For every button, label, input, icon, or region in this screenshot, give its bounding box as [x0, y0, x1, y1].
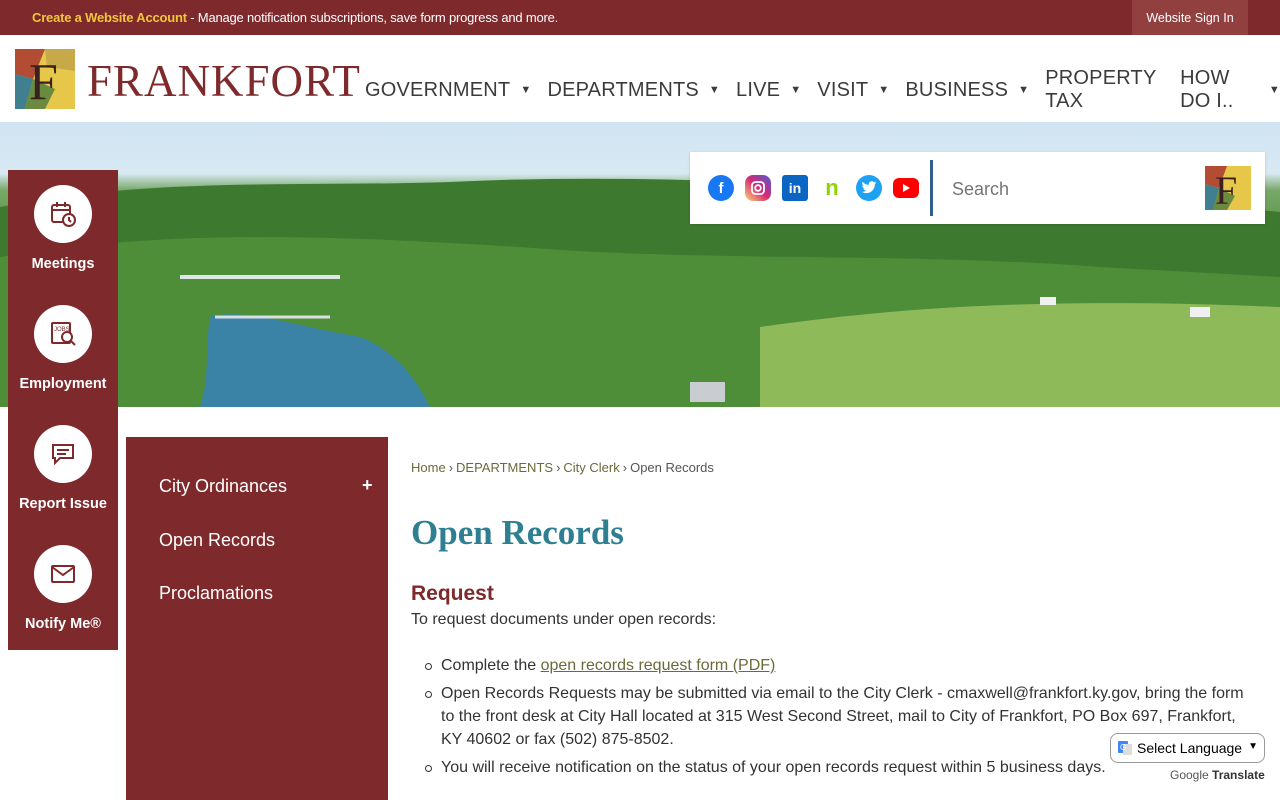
instagram-icon[interactable] — [745, 175, 771, 201]
caret-down-icon: ▼ — [790, 84, 802, 96]
intro-text: To request documents under open records: — [411, 611, 717, 628]
request-list: Complete the open records request form (… — [425, 654, 1251, 784]
website-signin-button[interactable]: Website Sign In — [1132, 0, 1248, 35]
page-title: Open Records — [411, 513, 624, 552]
powered-by-google-translate[interactable]: Google Translate — [1170, 768, 1265, 782]
svg-text:F: F — [29, 54, 58, 109]
quick-link-label: Notify Me® — [25, 616, 101, 632]
svg-text:G: G — [1120, 743, 1126, 752]
site-header: F FRANKFORT GOVERNMENT ▼ DEPARTMENTS ▼ LIV… — [0, 35, 1280, 122]
frankfort-logo-icon: F — [15, 49, 75, 109]
expand-plus-icon[interactable]: + — [362, 475, 373, 496]
nav-label: DEPARTMENTS — [547, 78, 699, 101]
side-menu-proclamations[interactable]: Proclamations — [159, 583, 273, 604]
breadcrumb-departments[interactable]: DEPARTMENTS — [456, 460, 553, 475]
twitter-icon[interactable] — [856, 175, 882, 201]
request-form-pdf-link[interactable]: open records request form (PDF) — [541, 657, 776, 674]
caret-down-icon: ▼ — [878, 84, 890, 96]
search-input[interactable] — [952, 176, 1192, 202]
nav-property-tax[interactable]: PROPERTY TAX — [1045, 67, 1164, 113]
quick-link-label: Report Issue — [19, 496, 107, 512]
nav-business[interactable]: BUSINESS ▼ — [905, 67, 1029, 113]
caret-down-icon: ▼ — [1018, 84, 1030, 96]
linkedin-icon[interactable]: in — [782, 175, 808, 201]
quick-link-report-issue[interactable]: Report Issue — [8, 425, 118, 512]
youtube-icon[interactable] — [893, 178, 919, 198]
search-divider — [930, 160, 933, 216]
top-notification-bar: Create a Website Account - Manage notifi… — [0, 0, 1280, 35]
nav-departments[interactable]: DEPARTMENTS ▼ — [547, 67, 720, 113]
quick-links-panel: Meetings JOBS Employment Report Issue No… — [8, 170, 118, 650]
site-logo-text: FRANKFORT — [87, 56, 361, 106]
main-nav: GOVERNMENT ▼ DEPARTMENTS ▼ LIVE ▼ VISIT ▼ BU… — [365, 67, 1280, 113]
caret-down-icon: ▼ — [520, 84, 532, 96]
translate-label: Translate — [1212, 768, 1265, 782]
side-menu: City Ordinances + Open Records Proclamat… — [126, 437, 388, 800]
nav-label: BUSINESS — [905, 78, 1009, 101]
nav-visit[interactable]: VISIT ▼ — [817, 67, 889, 113]
google-label: Google — [1170, 768, 1209, 782]
side-menu-city-ordinances[interactable]: City Ordinances — [159, 476, 287, 497]
quick-link-employment[interactable]: JOBS Employment — [8, 305, 118, 392]
quick-link-label: Meetings — [31, 256, 95, 272]
nav-label: PROPERTY TAX — [1045, 67, 1157, 112]
caret-down-icon: ▼ — [708, 84, 721, 96]
caret-down-icon: ▼ — [1268, 84, 1280, 96]
language-select[interactable]: G Select Language ▼ — [1110, 733, 1265, 763]
breadcrumb-separator: › — [448, 460, 454, 475]
nav-live[interactable]: LIVE ▼ — [736, 67, 801, 113]
quick-link-meetings[interactable]: Meetings — [8, 185, 118, 272]
breadcrumb-separator: › — [622, 460, 628, 475]
quick-link-notify-me[interactable]: Notify Me® — [8, 545, 118, 632]
nav-label: LIVE — [736, 78, 781, 101]
breadcrumb-current: Open Records — [630, 460, 714, 475]
google-translate-icon: G — [1118, 741, 1132, 755]
list-item: Complete the open records request form (… — [425, 654, 1251, 677]
nav-label: VISIT — [817, 78, 869, 101]
nav-government[interactable]: GOVERNMENT ▼ — [365, 67, 531, 113]
quick-link-label: Employment — [19, 376, 107, 392]
breadcrumb-home[interactable]: Home — [411, 460, 446, 475]
social-links: f in n — [708, 175, 919, 201]
create-account-link[interactable]: Create a Website Account — [32, 10, 187, 25]
topbar-message-text: - Manage notification subscriptions, sav… — [186, 10, 559, 25]
nav-label: GOVERNMENT — [365, 78, 511, 101]
search-logo-button-icon[interactable]: F — [1205, 166, 1251, 210]
topbar-message: Create a Website Account - Manage notifi… — [32, 10, 558, 25]
main-content: Home › DEPARTMENTS › City Clerk › Open Records… — [411, 460, 1261, 776]
facebook-icon[interactable]: f — [708, 175, 734, 201]
mail-icon — [34, 545, 92, 603]
breadcrumb-separator: › — [556, 460, 561, 475]
chat-icon — [34, 425, 92, 483]
nav-how-do-i[interactable]: HOW DO I.. ▼ — [1180, 67, 1280, 113]
search-social-card: f in n F — [690, 152, 1265, 224]
language-select-label: Select Language — [1137, 740, 1243, 756]
svg-text:F: F — [1215, 168, 1237, 210]
nav-label: HOW DO I.. — [1180, 67, 1234, 112]
jobs-icon: JOBS — [34, 305, 92, 363]
breadcrumb: Home › DEPARTMENTS › City Clerk › Open Records — [411, 460, 1261, 475]
nextdoor-icon[interactable]: n — [819, 175, 845, 201]
side-menu-open-records[interactable]: Open Records — [159, 530, 275, 551]
section-title: Request — [411, 582, 494, 605]
calendar-icon — [34, 185, 92, 243]
chevron-down-icon: ▼ — [1248, 741, 1258, 752]
list-item-text: Complete the — [441, 657, 541, 674]
breadcrumb-city-clerk[interactable]: City Clerk — [563, 460, 619, 475]
